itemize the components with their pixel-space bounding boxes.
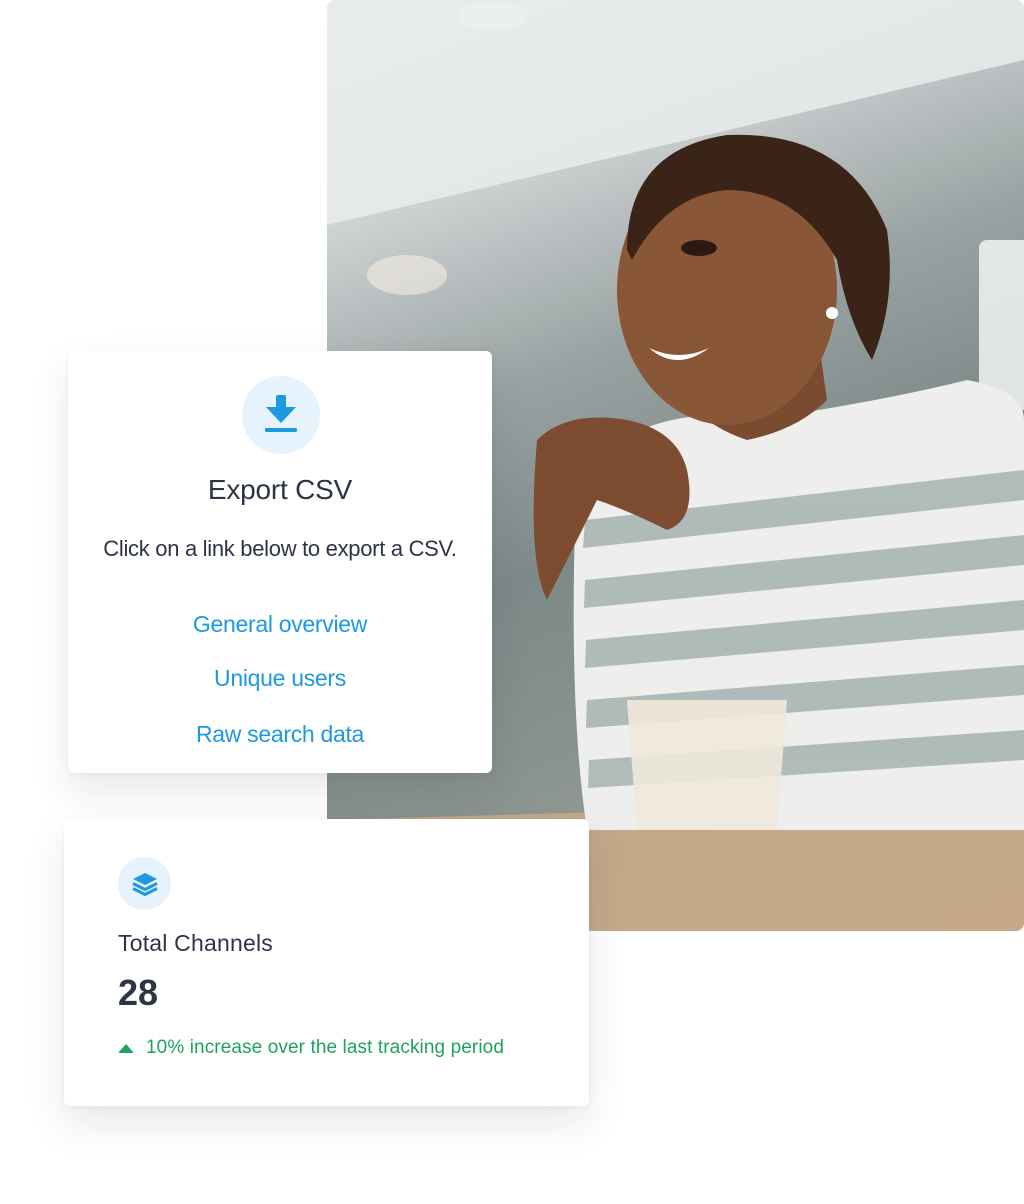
download-icon — [242, 376, 320, 454]
export-title: Export CSV — [207, 474, 353, 505]
page: Export CSV Click on a link below to expo… — [0, 0, 1024, 1204]
stats-trend-text: 10% increase over the last tracking peri… — [146, 1037, 505, 1058]
export-link-unique-users[interactable]: Unique users — [68, 665, 492, 692]
export-link-general-overview[interactable]: General overview — [68, 611, 492, 638]
export-description: Click on a link below to export a CSV. — [103, 536, 457, 561]
stats-trend: 10% increase over the last tracking peri… — [118, 1037, 504, 1059]
stats-label: Total Channels — [118, 930, 273, 956]
layers-icon — [118, 857, 171, 910]
stats-value: 28 — [118, 972, 159, 1013]
triangle-up-icon — [118, 1043, 134, 1053]
export-link-raw-search-data[interactable]: Raw search data — [68, 721, 492, 748]
